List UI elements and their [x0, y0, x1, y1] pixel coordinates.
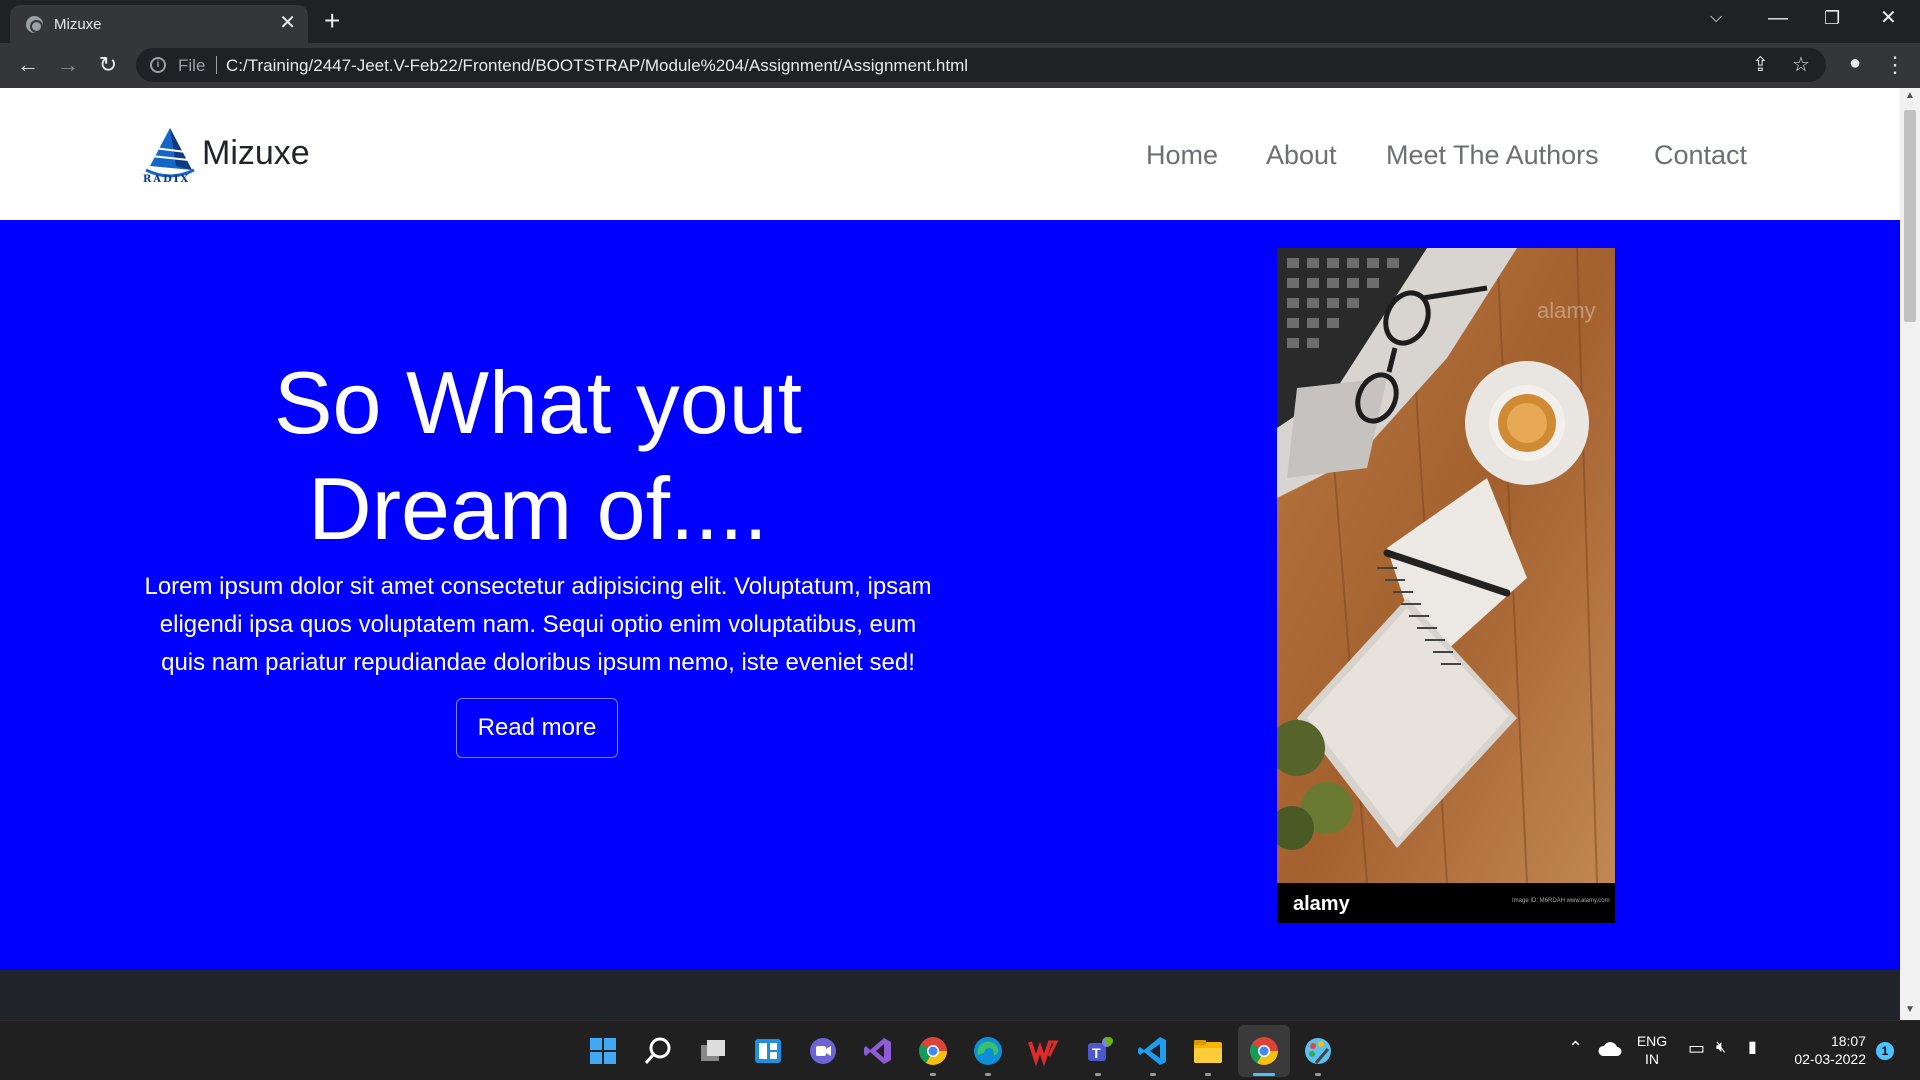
tab-title: Mizuxe: [54, 16, 102, 33]
nav-contact[interactable]: Contact: [1654, 140, 1747, 171]
info-icon[interactable]: i: [150, 57, 166, 73]
browser-tab[interactable]: Mizuxe ✕: [10, 5, 308, 43]
nav-home[interactable]: Home: [1146, 140, 1218, 171]
visual-studio-icon[interactable]: [862, 1035, 894, 1067]
globe-icon: [26, 16, 43, 33]
share-icon[interactable]: ⇪: [1752, 54, 1769, 76]
logo-subtitle: RADIX: [143, 174, 191, 185]
minimize-icon[interactable]: —: [1768, 6, 1788, 30]
clock[interactable]: 18:07 02-03-2022: [1786, 1032, 1866, 1068]
bookmark-star-icon[interactable]: ☆: [1792, 54, 1810, 76]
search-icon[interactable]: [642, 1035, 674, 1067]
battery-icon[interactable]: ▮: [1748, 1039, 1757, 1057]
widgets-icon[interactable]: [752, 1035, 784, 1067]
running-indicator: [1150, 1073, 1156, 1076]
teams-icon[interactable]: T: [1082, 1035, 1114, 1067]
scroll-down-icon[interactable]: ▼: [1900, 1004, 1920, 1015]
chat-icon[interactable]: [807, 1035, 839, 1067]
read-more-button[interactable]: Read more: [456, 698, 618, 758]
restore-icon[interactable]: ❐: [1824, 6, 1840, 30]
site-navbar: RADIX Mizuxe Home About Meet The Authors…: [0, 88, 1900, 220]
forward-icon[interactable]: →: [54, 51, 82, 79]
hero-title: So What yout Dream of....: [273, 353, 803, 558]
tab-search-icon[interactable]: ⌵: [1710, 6, 1722, 30]
lang-top: ENG: [1636, 1033, 1668, 1049]
running-indicator: [1205, 1073, 1211, 1076]
profile-icon[interactable]: ●: [1842, 52, 1868, 78]
network-icon[interactable]: ▭: [1688, 1039, 1705, 1057]
alamy-logo-text: alamy: [1293, 893, 1351, 915]
language-indicator[interactable]: ENG IN: [1636, 1032, 1668, 1068]
tray-overflow-icon[interactable]: ⌃: [1568, 1039, 1583, 1057]
volume-muted-icon[interactable]: 🔇︎: [1716, 1039, 1726, 1057]
notification-badge[interactable]: 1: [1876, 1042, 1894, 1060]
reload-icon[interactable]: ↻: [94, 51, 122, 79]
active-indicator: [1253, 1073, 1275, 1076]
paint-icon[interactable]: [1302, 1035, 1334, 1067]
hero-text: Lorem ipsum dolor sit amet consectetur a…: [144, 573, 932, 676]
running-indicator: [1315, 1073, 1321, 1076]
file-label: File: [178, 56, 206, 75]
desk-photo: alamy alamy Image ID: M6RDAH www.alamy.c…: [1277, 248, 1615, 923]
chrome-icon[interactable]: [917, 1035, 949, 1067]
chrome-active-icon[interactable]: [1248, 1035, 1280, 1067]
browser-toolbar: ← → ↻ i File C:/Training/2447-Jeet.V-Feb…: [0, 43, 1920, 88]
scroll-up-icon[interactable]: ▲: [1900, 90, 1920, 101]
windows-taskbar: T ⌃ ENG IN ▭ 🔇︎ ▮ 18:07 02-03-2022 1: [0, 1020, 1920, 1080]
more-menu-icon[interactable]: ⋮: [1884, 51, 1906, 79]
running-indicator: [1095, 1073, 1101, 1076]
close-window-icon[interactable]: ✕: [1880, 6, 1897, 30]
clock-date: 02-03-2022: [1794, 1051, 1866, 1067]
page-scrollbar[interactable]: ▲ ▼: [1900, 88, 1920, 1020]
vscode-icon[interactable]: [1137, 1035, 1169, 1067]
site-footer: [0, 970, 1900, 1020]
onedrive-icon[interactable]: [1598, 1041, 1622, 1057]
browser-tab-bar: Mizuxe ✕ + ⌵ — ❐ ✕: [0, 0, 1920, 43]
image-caption: Image ID: M6RDAH www.alamy.com: [1512, 898, 1610, 904]
wps-office-icon[interactable]: [1027, 1035, 1059, 1067]
edge-icon[interactable]: [972, 1035, 1004, 1067]
address-bar[interactable]: i File C:/Training/2447-Jeet.V-Feb22/Fro…: [136, 48, 1826, 82]
hero-section: So What yout Dream of.... Lorem ipsum do…: [0, 220, 1900, 970]
page-viewport: RADIX Mizuxe Home About Meet The Authors…: [0, 88, 1900, 1020]
new-tab-icon[interactable]: +: [324, 6, 340, 36]
nav-meet-the-authors[interactable]: Meet The Authors: [1386, 140, 1599, 171]
file-explorer-icon[interactable]: [1192, 1035, 1224, 1067]
scroll-thumb[interactable]: [1904, 110, 1916, 322]
running-indicator: [985, 1073, 991, 1076]
url-text[interactable]: C:/Training/2447-Jeet.V-Feb22/Frontend/B…: [226, 56, 968, 76]
close-tab-icon[interactable]: ✕: [279, 13, 296, 33]
task-view-icon[interactable]: [697, 1035, 729, 1067]
windows-start-icon[interactable]: [587, 1035, 619, 1067]
svg-text:T: T: [1092, 1045, 1101, 1061]
separator: [216, 56, 217, 74]
nav-about[interactable]: About: [1266, 140, 1337, 171]
clock-time: 18:07: [1830, 1033, 1866, 1049]
brand-name[interactable]: Mizuxe: [202, 134, 310, 173]
lang-bottom: IN: [1645, 1051, 1659, 1067]
running-indicator: [930, 1073, 936, 1076]
watermark-text: alamy: [1537, 298, 1596, 323]
back-icon[interactable]: ←: [14, 51, 42, 79]
